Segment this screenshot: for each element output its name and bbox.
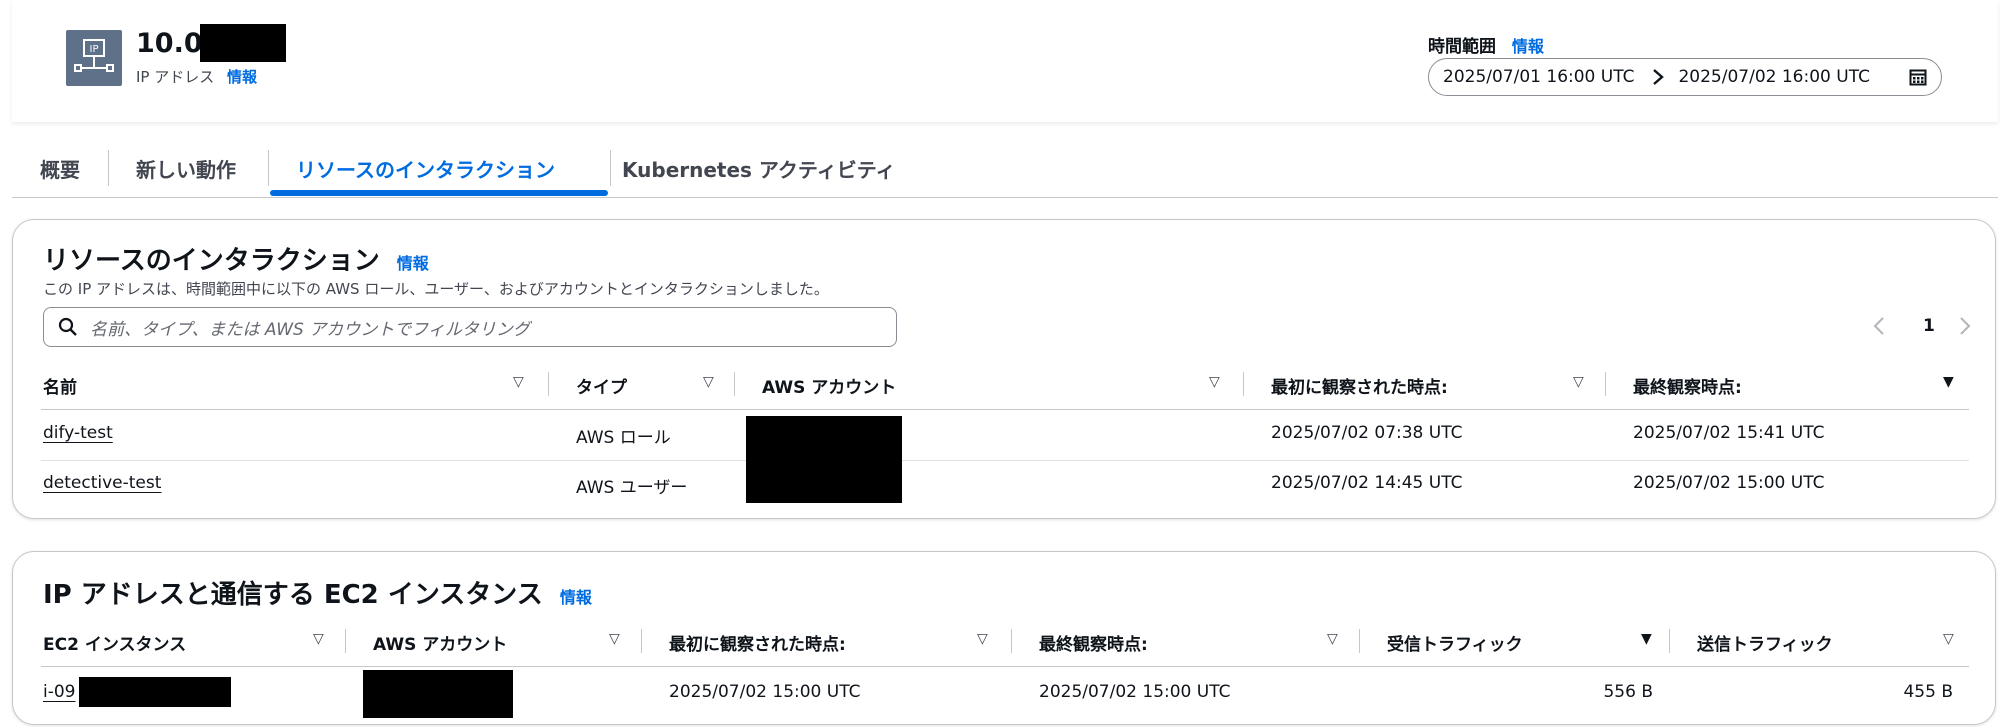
redacted-block (746, 416, 902, 503)
column-header-inbound-traffic[interactable]: 受信トラフィック (1387, 630, 1523, 655)
last-observed: 2025/07/02 15:41 UTC (1633, 423, 1825, 443)
subtitle-text: IP アドレス (136, 68, 215, 86)
tab-overview[interactable]: 概要 (40, 140, 80, 196)
first-observed: 2025/07/02 07:38 UTC (1271, 423, 1463, 443)
ec2-instances-panel: IP アドレスと通信する EC2 インスタンス 情報 EC2 インスタンス ▽ … (12, 551, 1996, 725)
sort-icon[interactable]: ▽ (1327, 631, 1338, 647)
svg-text:IP: IP (90, 44, 99, 55)
first-observed: 2025/07/02 15:00 UTC (669, 682, 861, 702)
column-header-ec2-instance[interactable]: EC2 インスタンス (43, 630, 186, 655)
row-divider (41, 460, 1969, 461)
time-range-start: 2025/07/01 16:00 UTC (1443, 67, 1635, 87)
last-observed: 2025/07/02 15:00 UTC (1039, 682, 1231, 702)
sort-icon[interactable]: ▽ (513, 374, 524, 390)
column-header-first-observed[interactable]: 最初に観察された時点: (1271, 373, 1448, 398)
time-range-picker[interactable]: 2025/07/01 16:00 UTC 2025/07/02 16:00 UT… (1428, 58, 1942, 96)
column-header-aws-account[interactable]: AWS アカウント (373, 630, 507, 655)
column-separator[interactable] (548, 372, 549, 396)
column-separator[interactable] (1011, 629, 1012, 653)
column-separator[interactable] (1243, 372, 1244, 396)
column-header-first-observed[interactable]: 最初に観察された時点: (669, 630, 846, 655)
sort-icon[interactable]: ▽ (1573, 374, 1584, 390)
redacted-block (79, 677, 231, 707)
info-link[interactable]: 情報 (227, 68, 257, 86)
sort-descending-icon[interactable]: ▼ (1943, 374, 1954, 390)
first-observed: 2025/07/02 14:45 UTC (1271, 473, 1463, 493)
ec2-instance-link[interactable]: i-09 (43, 682, 76, 702)
tab-bar: 概要 新しい動作 リソースのインタラクション Kubernetes アクティビテ… (12, 140, 1998, 198)
column-header-last-observed[interactable]: 最終観察時点: (1039, 630, 1148, 655)
tab-kubernetes-activity[interactable]: Kubernetes アクティビティ (622, 140, 896, 196)
resource-name-link[interactable]: detective-test (43, 473, 161, 493)
redacted-block (200, 24, 286, 62)
last-observed: 2025/07/02 15:00 UTC (1633, 473, 1825, 493)
panel-title: リソースのインタラクション 情報 (43, 246, 429, 276)
panel-description: この IP アドレスは、時間範囲中に以下の AWS ロール、ユーザー、およびアカ… (43, 280, 829, 298)
column-separator[interactable] (1359, 629, 1360, 653)
pagination-next-icon[interactable] (1959, 316, 1971, 340)
column-header-last-observed[interactable]: 最終観察時点: (1633, 373, 1742, 398)
filter-input[interactable]: 名前、タイプ、または AWS アカウントでフィルタリング (43, 307, 897, 347)
sort-icon[interactable]: ▽ (609, 631, 620, 647)
sort-icon[interactable]: ▽ (703, 374, 714, 390)
time-range-label-text: 時間範囲 (1428, 37, 1496, 57)
chevron-right-icon (1652, 68, 1665, 86)
column-header-aws-account[interactable]: AWS アカウント (762, 373, 896, 398)
resource-type: AWS ユーザー (576, 478, 688, 498)
search-icon (58, 317, 78, 337)
time-range-label: 時間範囲 情報 (1428, 32, 1544, 57)
tab-separator (268, 150, 269, 186)
active-tab-indicator (270, 190, 608, 196)
redacted-block (363, 670, 513, 718)
tab-resource-interaction[interactable]: リソースのインタラクション (296, 140, 555, 196)
column-separator[interactable] (1605, 372, 1606, 396)
column-separator[interactable] (734, 372, 735, 396)
resource-interaction-panel: リソースのインタラクション 情報 この IP アドレスは、時間範囲中に以下の A… (12, 219, 1996, 519)
column-separator[interactable] (1669, 629, 1670, 653)
info-link[interactable]: 情報 (560, 588, 592, 607)
column-separator[interactable] (345, 629, 346, 653)
pagination-prev-icon[interactable] (1873, 316, 1885, 340)
ip-address-icon: IP (66, 30, 122, 86)
table-header-divider (41, 666, 1969, 667)
column-header-outbound-traffic[interactable]: 送信トラフィック (1697, 630, 1833, 655)
tab-new-behavior[interactable]: 新しい動作 (136, 140, 236, 196)
tab-separator (610, 150, 611, 186)
sort-icon[interactable]: ▽ (977, 631, 988, 647)
tab-separator (108, 150, 109, 186)
time-range-end: 2025/07/02 16:00 UTC (1678, 67, 1870, 87)
sort-icon[interactable]: ▽ (1209, 374, 1220, 390)
pagination-page-number[interactable]: 1 (1923, 316, 1935, 336)
time-range-info-link[interactable]: 情報 (1512, 37, 1544, 56)
panel-title: IP アドレスと通信する EC2 インスタンス 情報 (43, 580, 592, 610)
info-link[interactable]: 情報 (397, 254, 429, 273)
sort-descending-icon[interactable]: ▼ (1641, 631, 1652, 647)
calendar-icon[interactable] (1909, 68, 1927, 91)
resource-type: AWS ロール (576, 428, 671, 448)
resource-name-link[interactable]: dify-test (43, 423, 113, 443)
inbound-traffic: 556 B (1603, 682, 1653, 702)
page-subtitle: IP アドレス 情報 (136, 66, 257, 87)
table-header-divider (41, 409, 1969, 410)
sort-icon[interactable]: ▽ (313, 631, 324, 647)
column-header-type[interactable]: タイプ (576, 373, 627, 398)
filter-placeholder: 名前、タイプ、または AWS アカウントでフィルタリング (90, 319, 530, 340)
column-header-name[interactable]: 名前 (43, 373, 77, 398)
sort-icon[interactable]: ▽ (1943, 631, 1954, 647)
column-separator[interactable] (641, 629, 642, 653)
outbound-traffic: 455 B (1903, 682, 1953, 702)
